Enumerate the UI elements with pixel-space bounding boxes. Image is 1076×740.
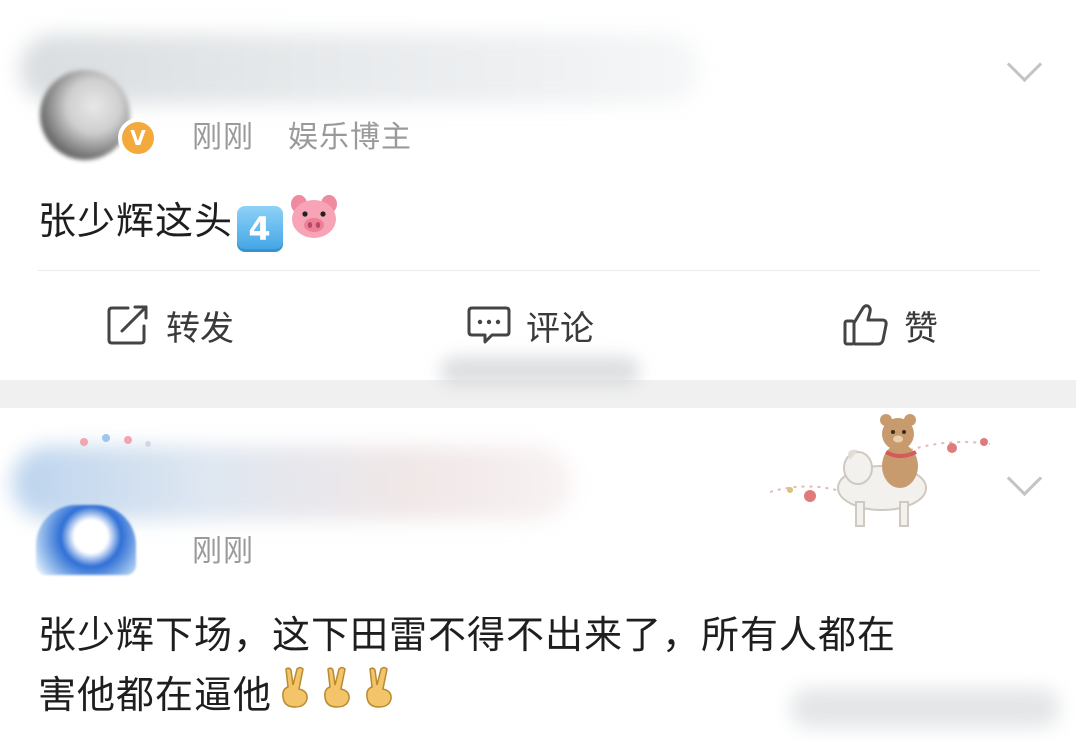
- victory-hand-emoji: [358, 665, 400, 718]
- post-time: 刚刚: [192, 120, 254, 155]
- post-text: 张少辉这头 4: [38, 190, 339, 252]
- post-time: 刚刚: [192, 534, 254, 569]
- share-icon: [106, 304, 152, 346]
- post-text-line-2: 害他都在逼他: [38, 664, 400, 719]
- chevron-down-icon[interactable]: [1006, 46, 1043, 83]
- post-text-content: 害他都在逼他: [38, 673, 273, 717]
- comment-icon: [466, 304, 512, 346]
- thumbs-up-icon: [842, 303, 890, 347]
- avatar[interactable]: [40, 70, 130, 160]
- avatar-decoration-icon: [80, 434, 151, 447]
- avatar[interactable]: [36, 505, 136, 575]
- comment-button[interactable]: 评论: [466, 300, 594, 350]
- blurred-watermark: [440, 356, 640, 386]
- user-tag: 娱乐博主: [288, 120, 412, 155]
- like-label: 赞: [904, 308, 938, 349]
- bear-horse-sticker-icon: [770, 414, 991, 527]
- keycap-4-emoji: 4: [237, 206, 284, 252]
- post-text-content: 张少辉这头: [38, 199, 234, 243]
- like-button[interactable]: 赞: [842, 300, 938, 350]
- victory-hand-emoji: [274, 665, 316, 718]
- victory-hand-emoji: [316, 665, 358, 718]
- verified-badge-icon: V: [118, 118, 158, 158]
- post-card-1: V 刚刚 娱乐博主 张少辉这头 4 转发 评论 赞: [0, 0, 1076, 380]
- repost-button[interactable]: 转发: [106, 300, 234, 350]
- blurred-watermark: [790, 688, 1060, 728]
- post-text-line-1: 张少辉下场，这下田雷不得不出来了，所有人都在: [38, 613, 897, 657]
- comment-label: 评论: [526, 308, 594, 349]
- divider: [38, 270, 1040, 271]
- pig-face-emoji: [289, 194, 339, 240]
- repost-label: 转发: [166, 308, 234, 349]
